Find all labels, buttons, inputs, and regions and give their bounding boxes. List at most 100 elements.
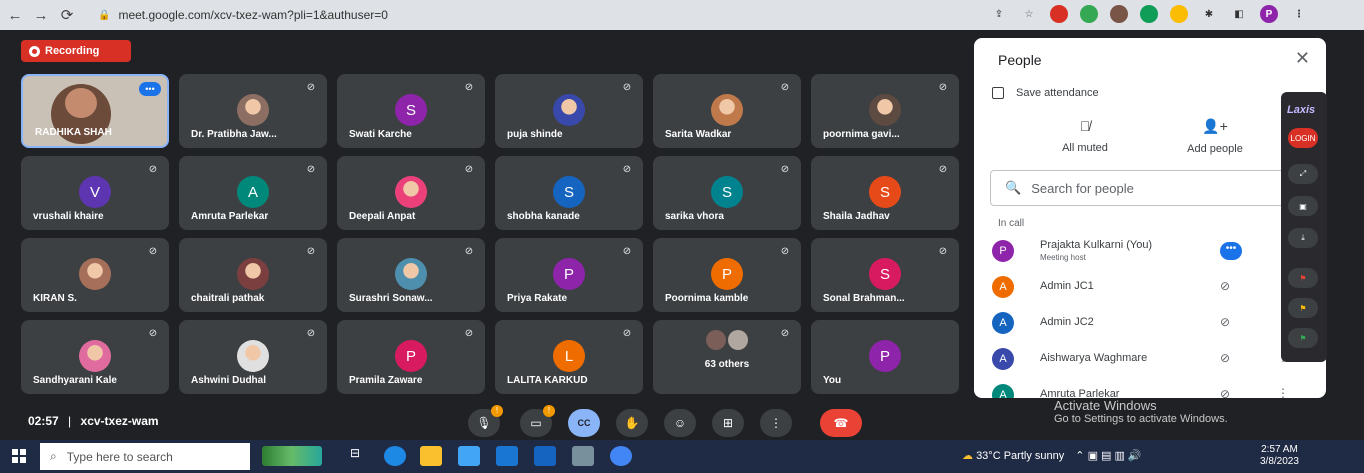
caption-icon[interactable]: ▣: [1288, 196, 1318, 216]
extension-icon[interactable]: [1170, 5, 1188, 23]
app-icon[interactable]: [572, 446, 594, 466]
participant-tile[interactable]: P You: [811, 320, 959, 394]
close-icon[interactable]: ✕: [1295, 48, 1310, 69]
captions-button[interactable]: CC: [568, 409, 600, 437]
mute-all-button[interactable]: 🎙̸ All muted: [1040, 118, 1130, 154]
people-list-item[interactable]: A Amruta Parlekar ⊘ ⋮: [992, 380, 1312, 398]
participant-tile[interactable]: ⊘ Sarita Wadkar: [653, 74, 801, 148]
participant-tile[interactable]: ⊘ KIRAN S.: [21, 238, 169, 312]
word-icon[interactable]: [534, 446, 556, 466]
store-icon[interactable]: [458, 446, 480, 466]
microphone-button[interactable]: 🎙 !: [468, 405, 503, 437]
forward-icon[interactable]: →: [30, 4, 52, 26]
participant-tile[interactable]: S ⊘ Sonal Brahman...: [811, 238, 959, 312]
participant-tile[interactable]: ⊘ Surashri Sonaw...: [337, 238, 485, 312]
reload-icon[interactable]: ⟳: [56, 4, 78, 26]
participant-photo: [395, 176, 427, 208]
recording-badge[interactable]: Recording: [21, 40, 131, 62]
present-button[interactable]: ⊞: [712, 409, 744, 437]
mic-off-icon: ⊘: [938, 246, 948, 257]
mic-off-icon[interactable]: ⊘: [1220, 387, 1230, 398]
participant-tile[interactable]: S ⊘ Swati Karche: [337, 74, 485, 148]
others-avatars: [705, 330, 749, 350]
mail-icon[interactable]: [496, 446, 518, 466]
emoji-button[interactable]: ☺: [664, 409, 696, 437]
participant-tile[interactable]: ⊘ poornima gavi...: [811, 74, 959, 148]
people-list-item[interactable]: AAishwarya Waghmare⊘⋮: [992, 344, 1312, 374]
raise-hand-button[interactable]: ✋: [616, 409, 648, 437]
bookmark-star-icon[interactable]: ☆: [1020, 5, 1038, 23]
participant-tile[interactable]: ⊘ Sandhyarani Kale: [21, 320, 169, 394]
more-dots-icon: ⋮: [770, 416, 782, 430]
edge-icon[interactable]: [384, 446, 406, 466]
separator: |: [68, 414, 72, 428]
more-options-button[interactable]: ⋮: [760, 409, 792, 437]
red-flag-icon[interactable]: ⚑: [1288, 268, 1318, 288]
laxis-sidebar: Laxis LOGIN ⤢ ▣ ⤓ ⚑ ⚑ ⚑: [1281, 92, 1327, 362]
back-icon[interactable]: ←: [4, 4, 26, 26]
participant-tile[interactable]: A ⊘ Amruta Parlekar: [179, 156, 327, 230]
windows-start-icon[interactable]: [12, 449, 26, 463]
participant-tile[interactable]: S ⊘ Shaila Jadhav: [811, 156, 959, 230]
share-icon[interactable]: ⇪: [990, 5, 1008, 23]
participant-tile[interactable]: P ⊘ Priya Rakate: [495, 238, 643, 312]
participant-name: Poornima kamble: [665, 293, 749, 304]
people-list-item[interactable]: AAdmin JC2⊘⋮: [992, 308, 1312, 338]
clock-time: 2:57 AM: [1261, 444, 1298, 455]
mic-off-icon: ⊘: [306, 246, 316, 257]
mic-off-icon: ⊘: [780, 82, 790, 93]
chrome-icon[interactable]: [610, 446, 632, 466]
weather-widget[interactable]: ☁ 33°C Partly sunny ⌃ ▣ ▤ ▥ 🔊: [962, 449, 1142, 462]
task-view-icon[interactable]: ⊟: [344, 446, 366, 466]
participant-tile[interactable]: P ⊘ Pramila Zaware: [337, 320, 485, 394]
participant-tile[interactable]: V ⊘ vrushali khaire: [21, 156, 169, 230]
extension-icon[interactable]: [1110, 5, 1128, 23]
participant-tile[interactable]: ⊘ puja shinde: [495, 74, 643, 148]
lock-icon: 🔒: [98, 9, 111, 21]
side-panel-icon[interactable]: ◧: [1230, 5, 1248, 23]
extension-icon[interactable]: [1050, 5, 1068, 23]
extension-icon[interactable]: [1140, 5, 1158, 23]
emoji-icon: ☺: [673, 416, 687, 430]
add-people-button[interactable]: 👤+ Add people: [1170, 118, 1260, 155]
participant-tile[interactable]: P ⊘ Poornima kamble: [653, 238, 801, 312]
mic-off-icon[interactable]: ⊘: [1220, 279, 1230, 293]
profile-avatar[interactable]: P: [1260, 5, 1278, 23]
menu-dots-icon[interactable]: ⋮: [1290, 5, 1308, 23]
camera-button[interactable]: ▭ !: [520, 405, 555, 437]
mic-off-icon[interactable]: ⊘: [1220, 351, 1230, 365]
file-explorer-icon[interactable]: [420, 446, 442, 466]
expand-icon[interactable]: ⤢: [1288, 164, 1318, 184]
mic-off-icon: ⊘: [148, 246, 158, 257]
taskbar-clock[interactable]: 2:57 AM 3/8/2023: [1260, 444, 1299, 468]
participant-tile[interactable]: ⊘ 63 others: [653, 320, 801, 394]
leave-call-button[interactable]: ☎: [820, 409, 862, 437]
people-list-item[interactable]: AAdmin JC1⊘⋮: [992, 272, 1312, 302]
news-widget-icon[interactable]: [262, 446, 322, 466]
taskbar-search[interactable]: ⌕ Type here to search: [40, 443, 250, 470]
save-attendance-button[interactable]: Save attendance: [992, 87, 1099, 99]
more-options-icon[interactable]: ⋮: [1277, 386, 1289, 398]
search-people-input[interactable]: 🔍 Search for people: [990, 170, 1310, 206]
mic-off-icon: ⊘: [938, 82, 948, 93]
participant-tile[interactable]: ••• RADHIKA SHAH: [21, 74, 169, 148]
participant-tile[interactable]: ⊘ chaitrali pathak: [179, 238, 327, 312]
mic-off-icon: 🎙: [476, 416, 492, 430]
system-tray-icons[interactable]: ⌃ ▣ ▤ ▥ 🔊: [1075, 450, 1141, 462]
yellow-flag-icon[interactable]: ⚑: [1288, 298, 1318, 318]
mic-off-icon[interactable]: ⊘: [1220, 315, 1230, 329]
participant-tile[interactable]: ⊘ Dr. Pratibha Jaw...: [179, 74, 327, 148]
laxis-login-button[interactable]: LOGIN: [1288, 128, 1318, 148]
participant-tile[interactable]: ⊘ Ashwini Dudhal: [179, 320, 327, 394]
address-bar[interactable]: 🔒 meet.google.com/xcv-txez-wam?pli=1&aut…: [98, 4, 978, 26]
puzzle-icon[interactable]: ✱: [1200, 5, 1218, 23]
people-list-item[interactable]: PPrajakta Kulkarni (You)Meeting host•••⋮: [992, 236, 1312, 266]
participant-tile[interactable]: S ⊘ sarika vhora: [653, 156, 801, 230]
extension-icon[interactable]: [1080, 5, 1098, 23]
download-icon[interactable]: ⤓: [1288, 228, 1318, 248]
green-flag-icon[interactable]: ⚑: [1288, 328, 1318, 348]
participant-tile[interactable]: L ⊘ LALITA KARKUD: [495, 320, 643, 394]
add-person-icon: 👤+: [1202, 118, 1228, 134]
participant-tile[interactable]: S ⊘ shobha kanade: [495, 156, 643, 230]
participant-tile[interactable]: ⊘ Deepali Anpat: [337, 156, 485, 230]
